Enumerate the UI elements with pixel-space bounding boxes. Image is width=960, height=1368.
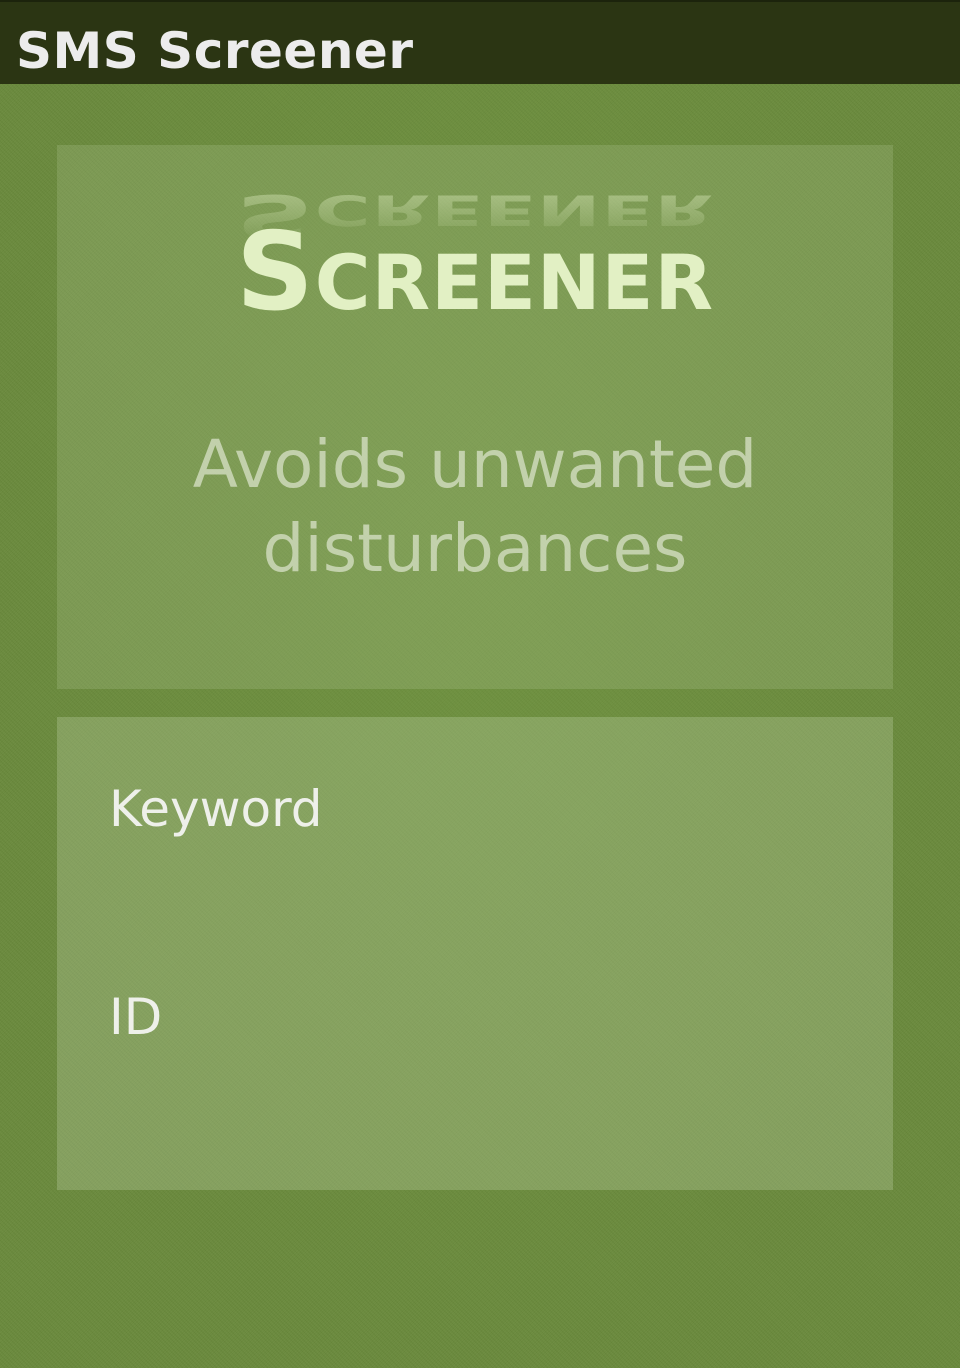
keyword-label: Keyword bbox=[109, 780, 323, 838]
keyword-input[interactable] bbox=[109, 845, 843, 917]
title-bar: SMS Screener bbox=[0, 0, 960, 84]
id-input[interactable] bbox=[109, 1053, 843, 1125]
id-label: ID bbox=[109, 988, 163, 1046]
logo-text: Screener bbox=[236, 210, 714, 335]
hero-panel: Screener Screener Avoids unwanted distur… bbox=[57, 145, 893, 689]
logo: Screener bbox=[57, 210, 893, 373]
form-panel: Keyword ID bbox=[57, 717, 893, 1190]
tagline: Avoids unwanted disturbances bbox=[192, 426, 758, 587]
app-title: SMS Screener bbox=[16, 22, 414, 80]
